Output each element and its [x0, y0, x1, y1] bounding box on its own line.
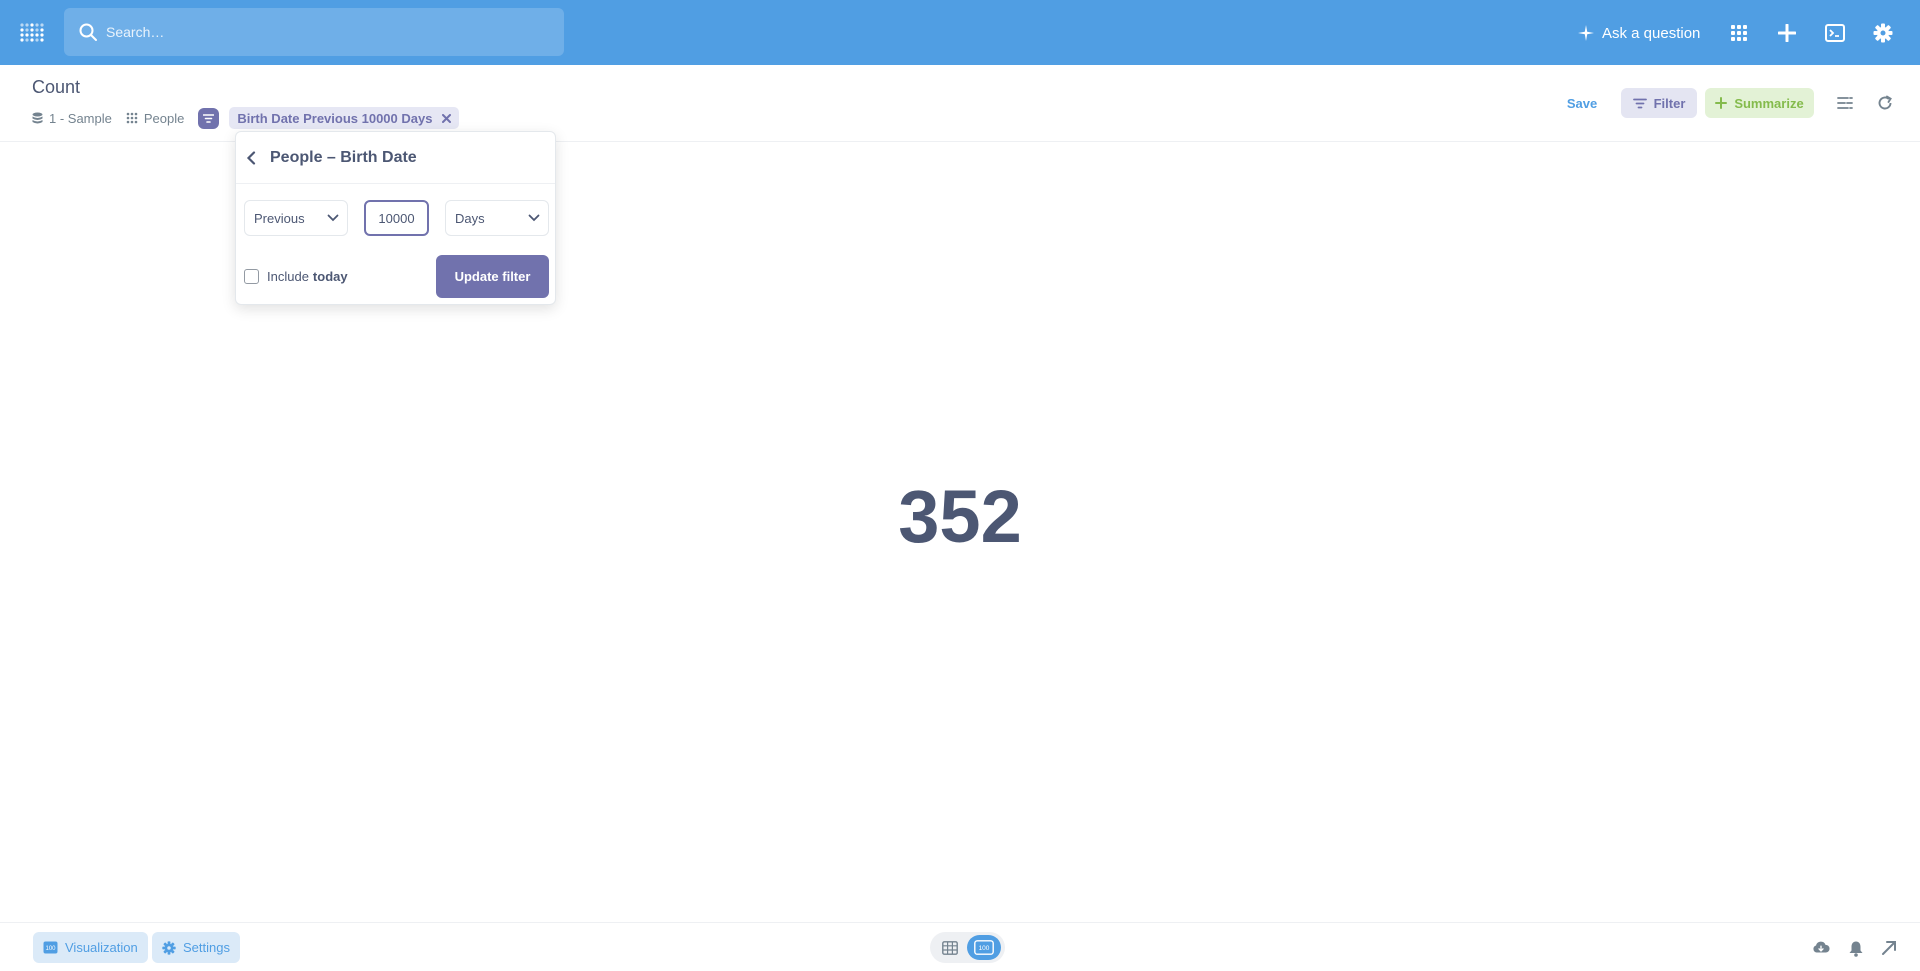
chevron-left-icon[interactable] [246, 150, 262, 165]
breadcrumb: 1 - Sample People Birth Date Previous 10… [32, 105, 460, 131]
chevron-down-icon [327, 214, 339, 222]
gear-icon [162, 940, 176, 955]
scalar-view-icon[interactable]: 100 [967, 935, 1001, 960]
breadcrumb-table[interactable]: People [126, 111, 184, 126]
search-input[interactable] [106, 24, 526, 40]
plus-icon [1715, 97, 1728, 109]
grid-icon[interactable] [1727, 21, 1751, 45]
chevron-down-icon [528, 214, 540, 222]
notebook-icon[interactable] [1836, 94, 1854, 112]
include-today-label: today [312, 269, 348, 284]
table-view-icon[interactable] [933, 935, 967, 960]
database-icon [32, 112, 43, 124]
update-filter-button[interactable]: Update filter [436, 255, 549, 298]
relative-date-controls: Previous 10000 Days [244, 200, 549, 236]
ask-question-button[interactable]: Ask a question [1578, 20, 1700, 46]
save-button[interactable]: Save [1555, 88, 1609, 118]
include-today-checkbox[interactable]: Include today [244, 269, 348, 284]
table-grid-icon [126, 112, 138, 124]
filter-pill[interactable]: Birth Date Previous 10000 Days [229, 107, 460, 129]
filter-toggle-icon[interactable] [198, 107, 220, 129]
direction-value: Previous [254, 210, 305, 226]
direction-select[interactable]: Previous [244, 200, 348, 236]
view-footer: 100 Visualization Settings 100 [0, 922, 1920, 971]
ask-question-label: Ask a question [1602, 24, 1701, 42]
unit-select[interactable]: Days [445, 200, 549, 236]
metabase-logo-icon[interactable] [19, 20, 45, 46]
visualization-label: Visualization [65, 940, 138, 955]
gear-icon[interactable] [1871, 21, 1895, 45]
database-label: 1 - Sample [49, 110, 112, 126]
bell-icon[interactable] [1847, 939, 1865, 957]
search-icon [78, 22, 98, 42]
table-label: People [143, 110, 185, 126]
top-navbar: Ask a question [0, 0, 1920, 65]
settings-label: Settings [183, 940, 230, 955]
plus-icon[interactable] [1775, 21, 1799, 45]
scalar-value[interactable]: 352 [0, 480, 1920, 554]
date-filter-popover: People – Birth Date Previous 10000 Days … [235, 131, 556, 305]
svg-text:100: 100 [979, 945, 990, 952]
save-label: Save [1566, 95, 1598, 111]
scalar-icon: 100 [43, 941, 58, 954]
filter-icon [1632, 98, 1647, 108]
filter-pill-label: Birth Date Previous 10000 Days [237, 110, 433, 126]
unit-value: Days [455, 210, 485, 226]
amount-value: 10000 [378, 210, 415, 226]
refresh-icon[interactable] [1876, 94, 1894, 112]
include-label: Include [267, 269, 309, 284]
sparkle-icon [1578, 25, 1594, 41]
summarize-button[interactable]: Summarize [1705, 88, 1814, 118]
view-toggle[interactable]: 100 [930, 932, 1005, 963]
popover-title: People – Birth Date [270, 148, 417, 166]
popover-header[interactable]: People – Birth Date [236, 132, 555, 184]
settings-button[interactable]: Settings [152, 932, 240, 963]
amount-input[interactable]: 10000 [364, 200, 429, 236]
filter-label: Filter [1653, 95, 1686, 111]
checkbox[interactable] [244, 269, 259, 284]
expand-arrow-icon[interactable] [1880, 939, 1898, 957]
question-title: Count [32, 77, 81, 97]
close-icon[interactable] [442, 113, 452, 123]
summarize-label: Summarize [1734, 95, 1804, 111]
update-filter-label: Update filter [454, 269, 531, 284]
search-bar[interactable] [64, 8, 564, 56]
visualization-button[interactable]: 100 Visualization [33, 932, 148, 963]
filter-button[interactable]: Filter [1621, 88, 1697, 118]
download-icon[interactable] [1812, 939, 1830, 957]
terminal-icon[interactable] [1823, 21, 1847, 45]
popover-footer: Include today Update filter [244, 255, 549, 298]
svg-text:100: 100 [45, 946, 56, 952]
breadcrumb-database[interactable]: 1 - Sample [32, 111, 112, 126]
